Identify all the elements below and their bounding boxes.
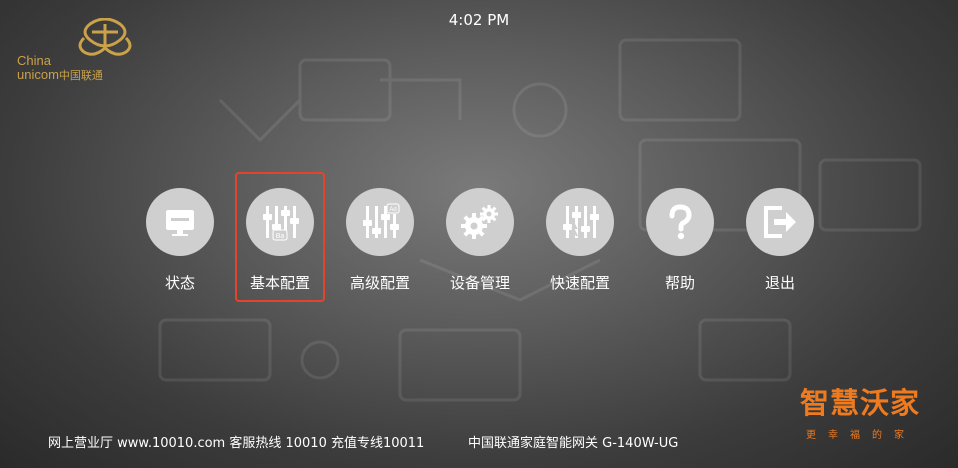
menu-item-device-management[interactable]: 设备管理 xyxy=(440,180,520,300)
menu-circle xyxy=(446,188,514,256)
badge-text: Ad xyxy=(389,207,396,213)
sliders-advanced-icon: Ad xyxy=(363,203,400,238)
question-mark-icon xyxy=(669,204,692,240)
menu-label: 帮助 xyxy=(664,274,695,292)
menu-circle xyxy=(146,188,214,256)
brand-subtitle: 更幸福的家 xyxy=(806,430,916,441)
menu-label: 状态 xyxy=(164,274,195,292)
sliders-quick-icon xyxy=(563,206,599,238)
badge-text: Ba xyxy=(276,233,285,240)
sliders-basic-icon: Ba xyxy=(263,206,299,241)
menu-label: 退出 xyxy=(764,274,795,292)
menu-item-basic-config[interactable]: Ba 基本配置 xyxy=(235,172,325,302)
menu-label: 基本配置 xyxy=(249,274,310,292)
china-unicom-logo: China unicom中国联通 xyxy=(14,18,144,84)
menu-label: 高级配置 xyxy=(349,274,410,292)
main-menu: 状态 Ba 基本配置 Ad 高级配置 设备管理 快速配置 帮助 退出 xyxy=(140,172,840,305)
brand-logo: 智慧沃家 更幸福的家 xyxy=(800,386,930,450)
logo-cn: 中国联通 xyxy=(58,70,103,82)
menu-circle: Ba xyxy=(246,188,314,256)
brand-title: 智慧沃家 xyxy=(800,386,921,420)
footer-contact-info: 网上营业厅 www.10010.com 客服热线 10010 充值专线10011 xyxy=(48,436,425,451)
logo-line2: unicom xyxy=(17,67,59,82)
menu-label: 快速配置 xyxy=(549,274,610,292)
footer-device-model: 中国联通家庭智能网关 G-140W-UG xyxy=(468,436,679,451)
china-unicom-knot-icon xyxy=(78,18,132,56)
logo-line1: China xyxy=(17,53,51,68)
menu-circle xyxy=(646,188,714,256)
menu-item-status[interactable]: 状态 xyxy=(140,180,220,300)
logo-text: China unicom中国联通 xyxy=(17,54,103,83)
menu-item-help[interactable]: 帮助 xyxy=(640,180,720,300)
exit-icon xyxy=(764,206,796,238)
menu-circle xyxy=(546,188,614,256)
menu-item-quick-config[interactable]: 快速配置 xyxy=(540,180,620,300)
gears-icon xyxy=(461,205,498,239)
menu-circle: Ad xyxy=(346,188,414,256)
monitor-icon xyxy=(166,210,194,236)
menu-circle xyxy=(746,188,814,256)
menu-label: 设备管理 xyxy=(449,274,510,292)
menu-item-advanced-config[interactable]: Ad 高级配置 xyxy=(340,180,420,300)
menu-item-logout[interactable]: 退出 xyxy=(740,180,820,300)
